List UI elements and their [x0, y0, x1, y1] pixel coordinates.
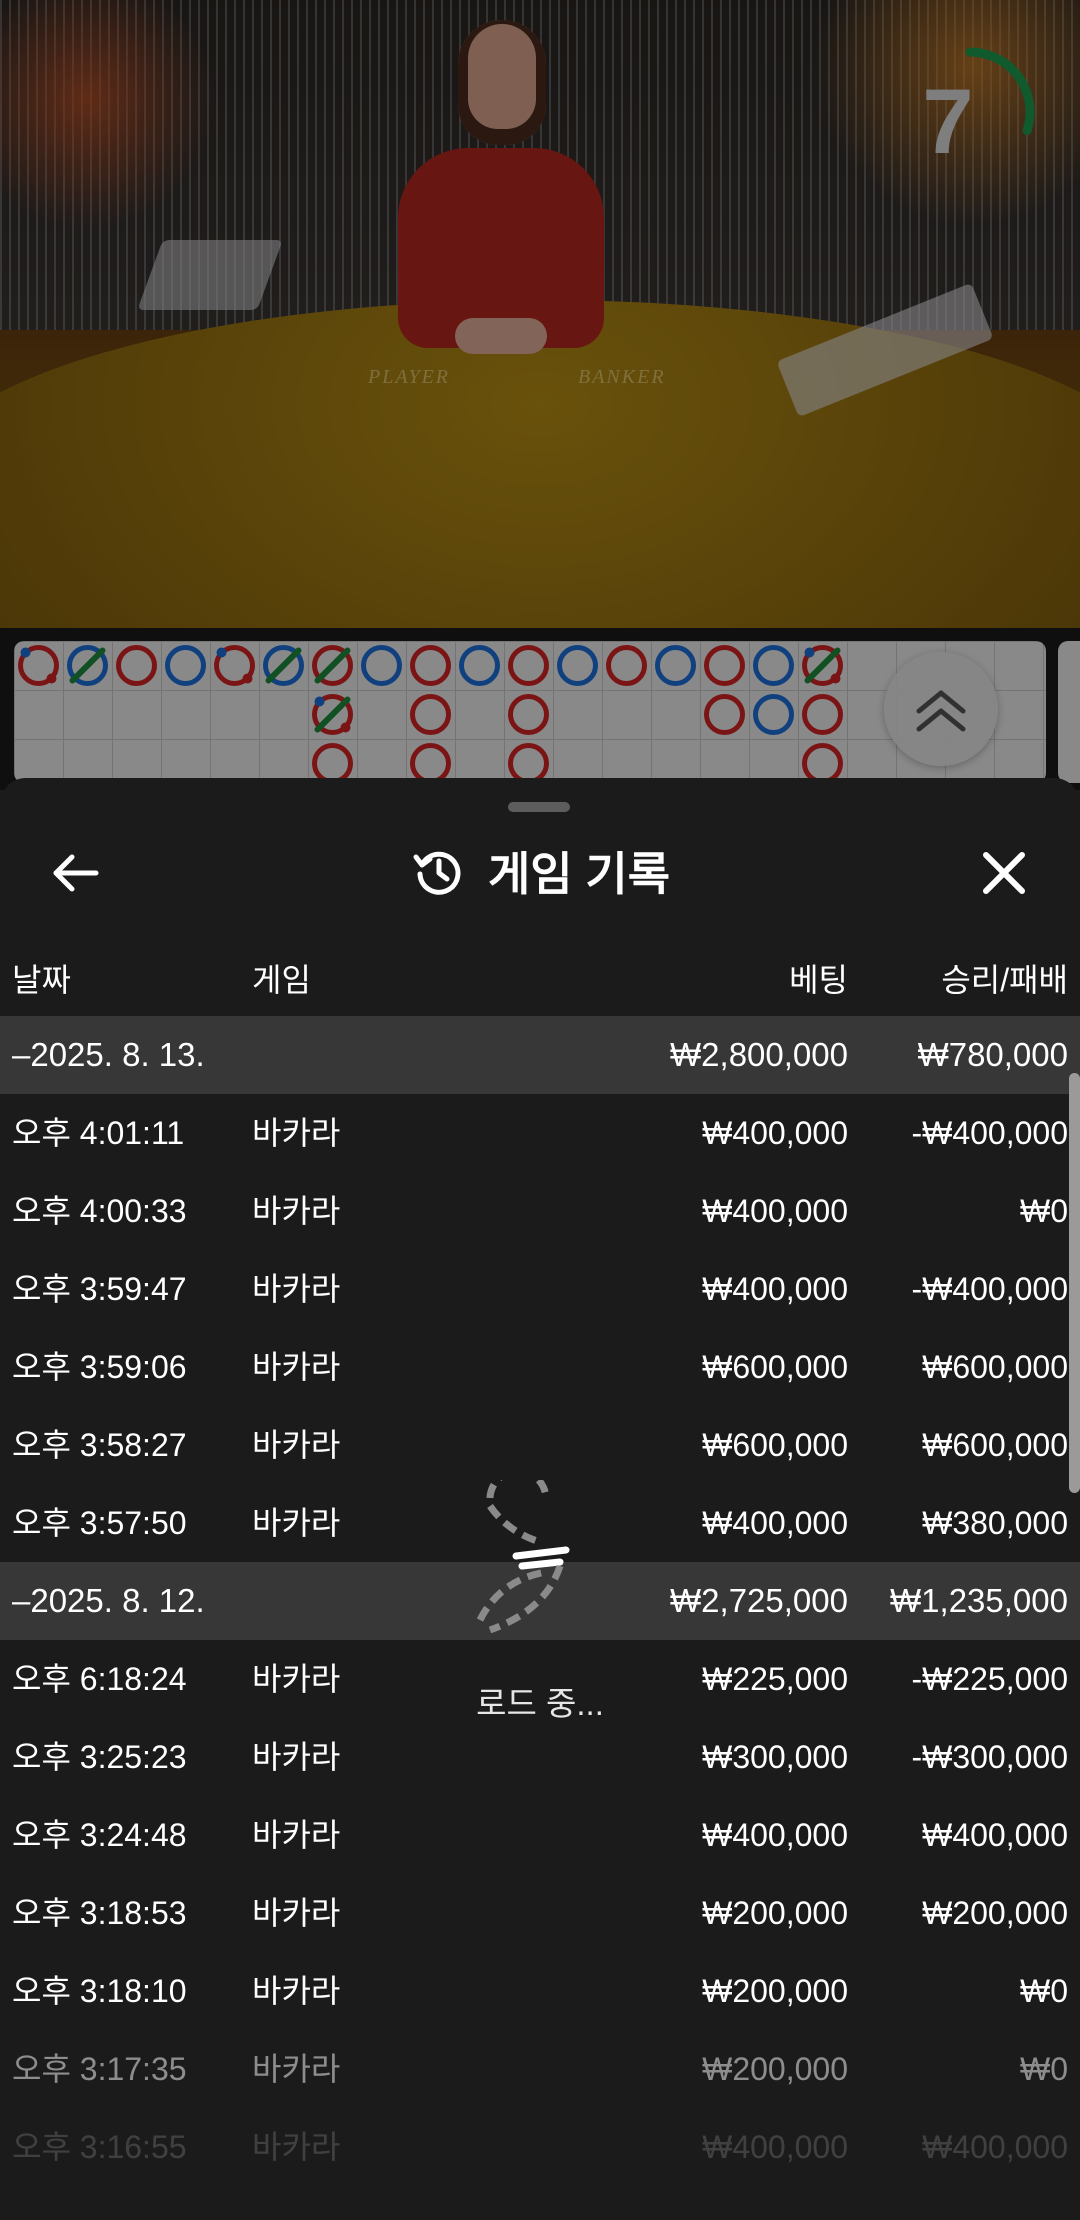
group-date: –2025. 8. 12.: [12, 1582, 205, 1619]
history-row[interactable]: 오후 3:25:23 바카라 ₩300,000 -₩300,000: [0, 1718, 1080, 1796]
row-time: 오후 3:17:35: [12, 2051, 187, 2087]
group-winloss-total: ₩1,235,000: [890, 1582, 1068, 1619]
row-game: 바카라: [252, 1427, 341, 1463]
history-row[interactable]: 오후 4:00:33 바카라 ₩400,000 ₩0: [0, 1172, 1080, 1250]
row-bet: ₩400,000: [702, 1115, 848, 1151]
group-bet-total: ₩2,725,000: [670, 1582, 848, 1619]
row-time: 오후 3:18:10: [12, 1973, 187, 2009]
row-game: 바카라: [252, 2051, 341, 2087]
history-row[interactable]: 오후 3:59:06 바카라 ₩600,000 ₩600,000: [0, 1328, 1080, 1406]
loading-spinner-icon: [476, 1480, 570, 1634]
scrollbar[interactable]: [1069, 1073, 1080, 1493]
row-bet: ₩600,000: [702, 1427, 848, 1463]
row-bet: ₩200,000: [702, 2051, 848, 2087]
sheet-header: 게임 기록: [0, 836, 1080, 906]
row-winloss: ₩600,000: [922, 1349, 1068, 1385]
row-time: 오후 4:00:33: [12, 1193, 187, 1229]
row-game: 바카라: [252, 1739, 341, 1775]
modal-backdrop[interactable]: [0, 0, 1080, 790]
row-game: 바카라: [252, 1895, 341, 1931]
row-time: 오후 3:18:53: [12, 1895, 187, 1931]
row-winloss: -₩400,000: [911, 1271, 1068, 1307]
row-winloss: ₩200,000: [922, 1895, 1068, 1931]
row-game: 바카라: [252, 2129, 341, 2165]
row-winloss: ₩400,000: [922, 1817, 1068, 1853]
history-row[interactable]: 오후 3:24:48 바카라 ₩400,000 ₩400,000: [0, 1796, 1080, 1874]
date-group-header[interactable]: –2025. 8. 13. ₩2,800,000 ₩780,000: [0, 1016, 1080, 1094]
row-game: 바카라: [252, 1349, 341, 1385]
row-bet: ₩400,000: [702, 1817, 848, 1853]
row-game: 바카라: [252, 1817, 341, 1853]
row-time: 오후 3:58:27: [12, 1427, 187, 1463]
row-winloss: ₩600,000: [922, 1427, 1068, 1463]
group-bet-total: ₩2,800,000: [670, 1036, 848, 1073]
column-header-game[interactable]: 게임: [252, 955, 311, 1001]
row-game: 바카라: [252, 1193, 341, 1229]
row-winloss: ₩380,000: [922, 1505, 1068, 1541]
group-winloss-total: ₩780,000: [917, 1036, 1068, 1073]
row-winloss: -₩400,000: [911, 1115, 1068, 1151]
row-winloss: -₩300,000: [911, 1739, 1068, 1775]
row-winloss: ₩400,000: [922, 2129, 1068, 2165]
row-time: 오후 3:59:47: [12, 1271, 187, 1307]
history-row[interactable]: 오후 3:18:53 바카라 ₩200,000 ₩200,000: [0, 1874, 1080, 1952]
row-game: 바카라: [252, 1973, 341, 2009]
row-winloss: ₩0: [1020, 1973, 1068, 2009]
row-bet: ₩400,000: [702, 1271, 848, 1307]
row-bet: ₩225,000: [702, 1661, 848, 1697]
history-row[interactable]: 오후 3:17:35 바카라 ₩200,000 ₩0: [0, 2030, 1080, 2108]
sheet-title: 게임 기록: [487, 848, 671, 900]
row-bet: ₩400,000: [702, 1193, 848, 1229]
row-bet: ₩200,000: [702, 1973, 848, 2009]
row-bet: ₩300,000: [702, 1739, 848, 1775]
row-time: 오후 6:18:24: [12, 1661, 187, 1697]
close-button[interactable]: [964, 833, 1044, 913]
row-time: 오후 4:01:11: [12, 1115, 185, 1151]
row-time: 오후 3:57:50: [12, 1505, 187, 1541]
history-icon: [413, 851, 461, 895]
row-game: 바카라: [252, 1115, 341, 1151]
row-time: 오후 3:59:06: [12, 1349, 187, 1385]
row-bet: ₩400,000: [702, 1505, 848, 1541]
history-row[interactable]: 오후 3:58:27 바카라 ₩600,000 ₩600,000: [0, 1406, 1080, 1484]
row-time: 오후 3:16:55: [12, 2129, 187, 2165]
row-time: 오후 3:24:48: [12, 1817, 187, 1853]
group-date: –2025. 8. 13.: [12, 1036, 205, 1073]
loading-text: 로드 중...: [476, 1685, 604, 1722]
close-icon: [983, 852, 1025, 894]
history-row[interactable]: 오후 3:18:10 바카라 ₩200,000 ₩0: [0, 1952, 1080, 2030]
row-bet: ₩600,000: [702, 1349, 848, 1385]
row-time: 오후 3:25:23: [12, 1739, 187, 1775]
row-winloss: -₩225,000: [911, 1661, 1068, 1697]
history-row[interactable]: 오후 3:16:55 바카라 ₩400,000 ₩400,000: [0, 2108, 1080, 2186]
column-header-date[interactable]: 날짜: [12, 955, 71, 1001]
row-bet: ₩400,000: [702, 2129, 848, 2165]
column-header-winloss[interactable]: 승리/패배: [941, 955, 1068, 1001]
row-game: 바카라: [252, 1661, 341, 1697]
column-header-bet[interactable]: 베팅: [789, 955, 848, 1001]
history-row[interactable]: 오후 3:59:47 바카라 ₩400,000 -₩400,000: [0, 1250, 1080, 1328]
row-bet: ₩200,000: [702, 1895, 848, 1931]
row-game: 바카라: [252, 1505, 341, 1541]
row-game: 바카라: [252, 1271, 341, 1307]
row-winloss: ₩0: [1020, 2051, 1068, 2087]
row-winloss: ₩0: [1020, 1193, 1068, 1229]
history-row[interactable]: 오후 4:01:11 바카라 ₩400,000 -₩400,000: [0, 1094, 1080, 1172]
sheet-drag-handle[interactable]: [508, 802, 570, 812]
